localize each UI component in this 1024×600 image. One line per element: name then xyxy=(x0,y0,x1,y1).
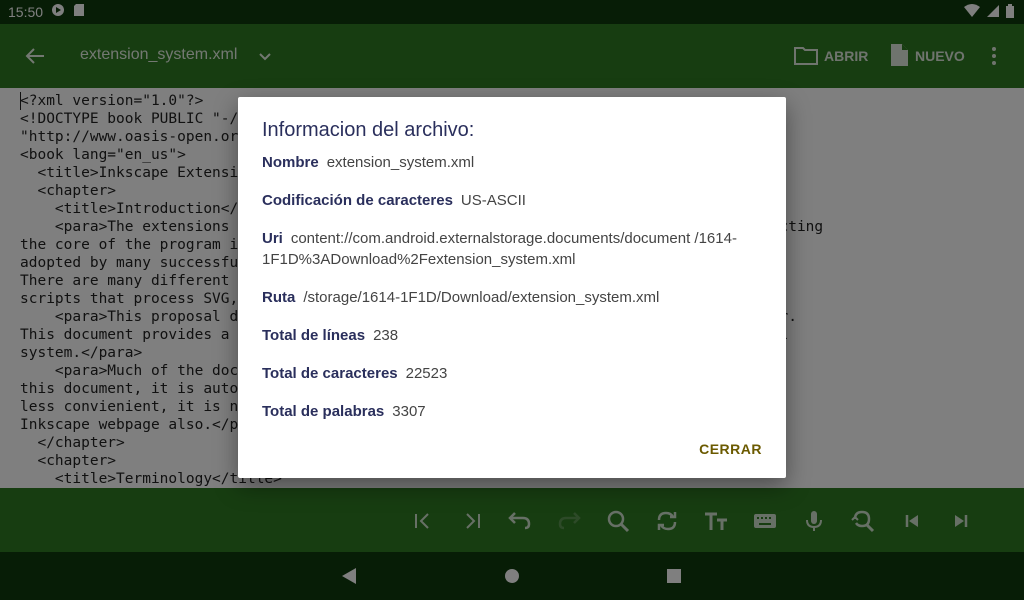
info-value: /storage/1614-1F1D/Download/extension_sy… xyxy=(303,289,660,306)
dialog-title: Informacion del archivo: xyxy=(262,119,475,141)
info-label: Total de palabras xyxy=(262,403,385,420)
info-value: content://com.android.externalstorage.do… xyxy=(262,230,737,268)
info-value: extension_system.xml xyxy=(326,154,475,171)
info-value: US-ASCII xyxy=(460,192,526,209)
info-row-path: Ruta/storage/1614-1F1D/Download/extensio… xyxy=(262,287,762,308)
info-value: 22523 xyxy=(405,365,448,382)
info-value: 3307 xyxy=(392,403,426,420)
info-row-name: Nombre extension_system.xml xyxy=(262,152,762,173)
info-row-lines: Total de líneas 238 xyxy=(262,325,762,346)
info-label: Uri xyxy=(262,230,283,247)
file-info-dialog: Informacion del archivo: Nombre extension… xyxy=(238,97,786,478)
info-label: Ruta xyxy=(262,289,296,306)
info-row-characters: Total de caracteres 22523 xyxy=(262,363,762,384)
info-label: Nombre xyxy=(262,154,319,171)
close-button[interactable]: CERRAR xyxy=(699,441,762,457)
info-row-uri: Uri content://com.android.externalstorage… xyxy=(262,228,762,270)
info-label: Total de líneas xyxy=(262,327,366,344)
info-label: Total de caracteres xyxy=(262,365,398,382)
info-value: 238 xyxy=(373,327,399,344)
info-label: Codificación de caracteres xyxy=(262,192,453,209)
info-row-encoding: Codificación de caracteres US-ASCII xyxy=(262,190,762,211)
info-row-words: Total de palabras 3307 xyxy=(262,401,762,422)
